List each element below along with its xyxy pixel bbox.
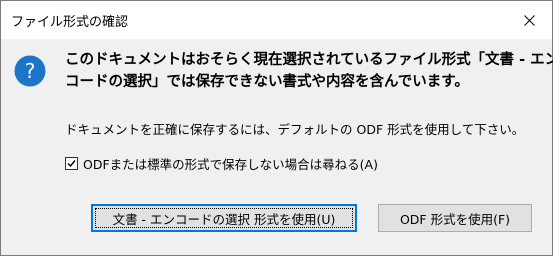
use-odf-format-label: ODF 形式を使用(F)	[399, 211, 511, 227]
main-message-line-1: このドキュメントはおそらく現在選択されているファイル形式「文書 - エン	[65, 52, 553, 68]
detail-message: ドキュメントを正確に保存するには、デフォルトの ODF 形式を使用して下さい。	[65, 122, 525, 137]
title-bar: ファイル形式の確認	[1, 1, 552, 39]
use-odf-format-button[interactable]: ODF 形式を使用(F)	[378, 204, 532, 232]
checkmark-icon	[67, 159, 76, 167]
main-message-line-2: コードの選択」では保存できない書式や内容を含んでいます。	[65, 74, 469, 90]
svg-text:?: ?	[25, 59, 36, 83]
close-button[interactable]	[506, 1, 552, 39]
use-current-format-label: 文書 - エンコードの選択 形式を使用(U)	[112, 211, 336, 227]
dialog-content: ? このドキュメントはおそらく現在選択されているファイル形式「文書 - エン コ…	[1, 39, 553, 255]
use-current-format-button[interactable]: 文書 - エンコードの選択 形式を使用(U)	[91, 204, 357, 232]
dialog-window: ファイル形式の確認 ? このドキュメントはおそらく現在選択されているファイル形式…	[0, 0, 553, 256]
dialog-title: ファイル形式の確認	[11, 15, 129, 30]
close-icon	[523, 14, 535, 26]
main-message: このドキュメントはおそらく現在選択されているファイル形式「文書 - エン コード…	[65, 49, 553, 93]
ask-option-row[interactable]: ODFまたは標準の形式で保存しない場合は尋ねる(A)	[65, 154, 378, 172]
ask-option-label: ODFまたは標準の形式で保存しない場合は尋ねる(A)	[83, 156, 378, 172]
ask-option-checkbox[interactable]	[65, 156, 78, 170]
question-icon: ?	[14, 55, 46, 87]
